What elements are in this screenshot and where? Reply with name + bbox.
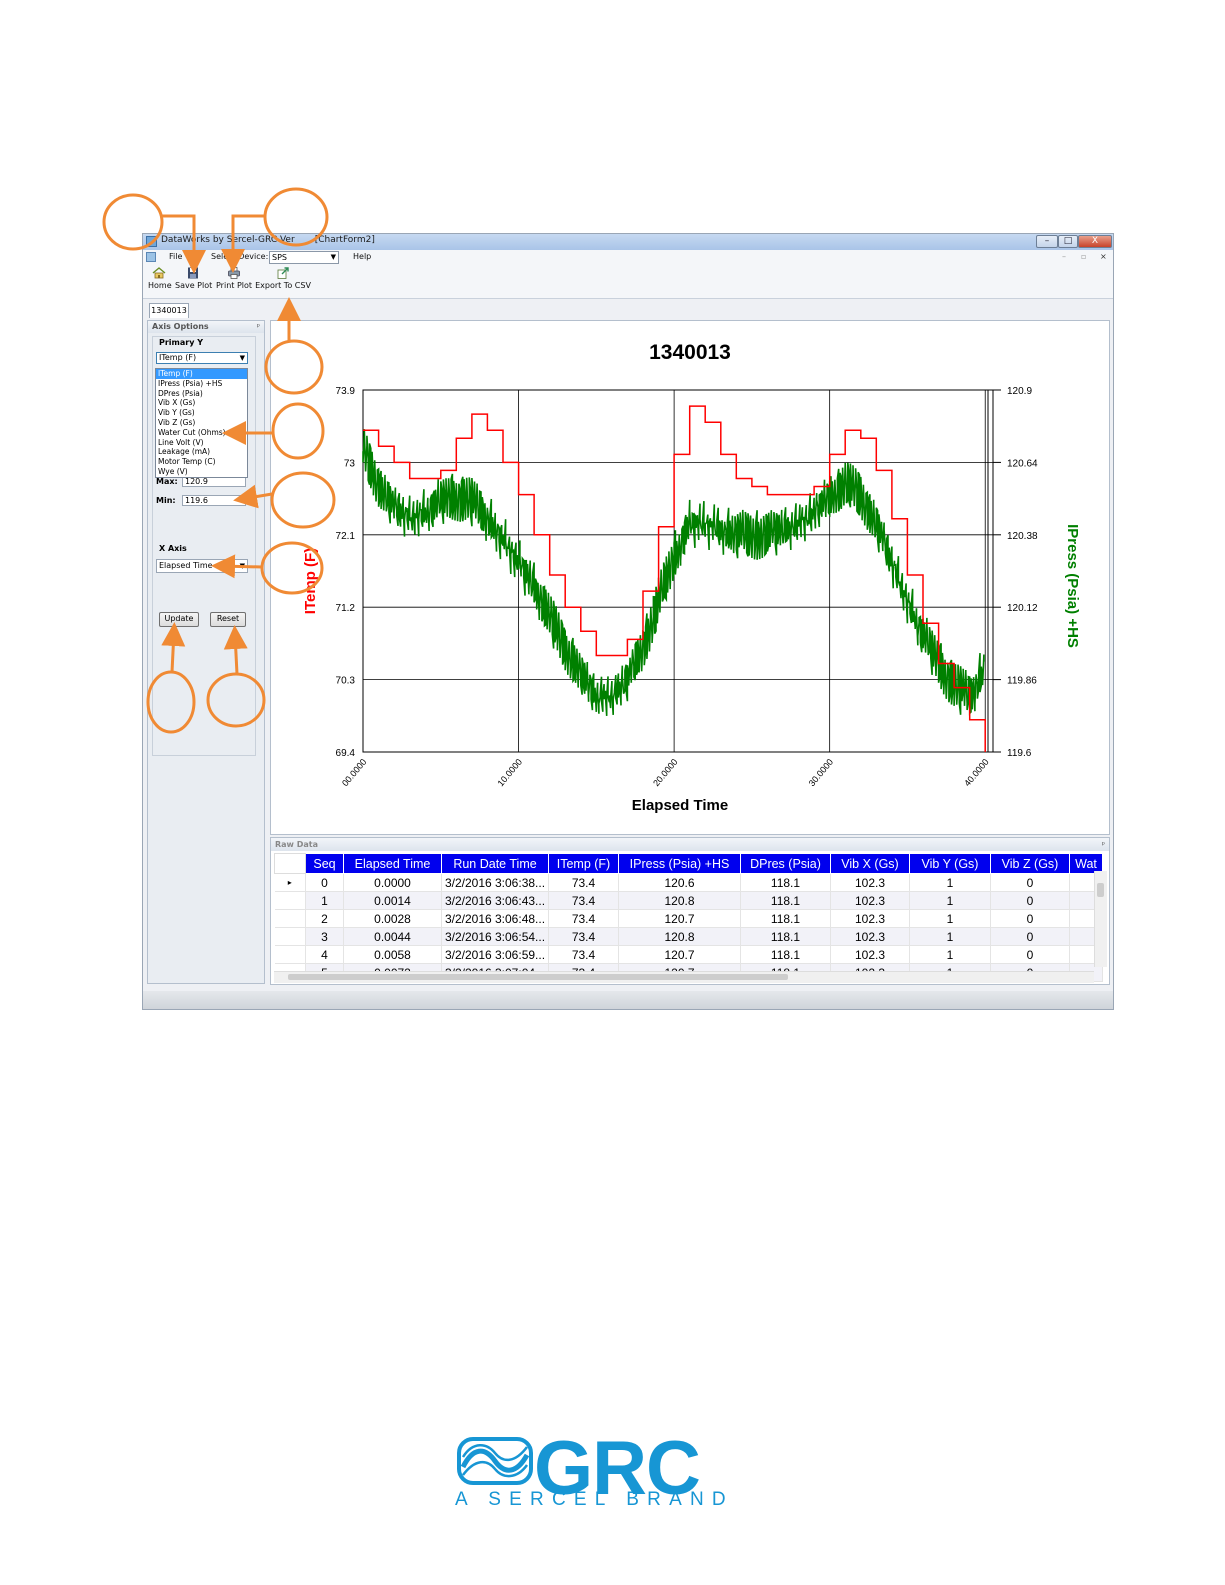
callout-circle — [271, 402, 325, 460]
callout-circle — [206, 672, 266, 728]
callout-arrow — [161, 622, 186, 673]
annotation-layer — [102, 187, 336, 734]
brand-tagline: A SERCEL BRAND — [455, 1489, 734, 1510]
callout-circle — [263, 187, 329, 247]
grc-logo-mark — [457, 1437, 533, 1485]
callout-circle — [102, 193, 164, 251]
callout-circle — [270, 471, 336, 529]
callout-arrow — [160, 214, 206, 274]
callout-arrow — [221, 214, 266, 273]
callout-arrow — [211, 554, 263, 579]
callout-circle — [146, 670, 196, 734]
callout-circle — [260, 541, 324, 595]
callout-arrow — [233, 484, 273, 509]
callout-circle — [264, 339, 324, 395]
callout-arrow — [223, 625, 248, 675]
